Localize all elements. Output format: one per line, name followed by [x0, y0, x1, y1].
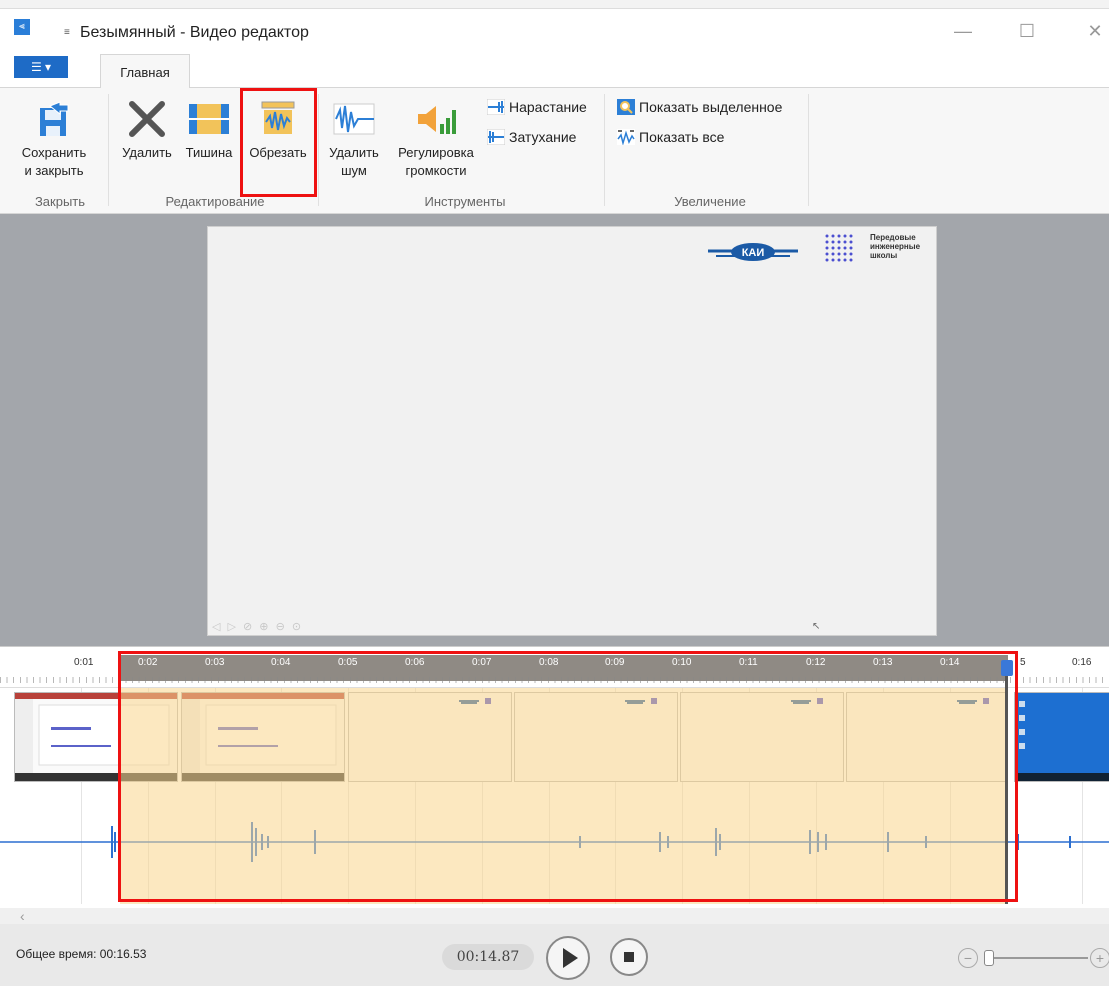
title-bar: ⫷ ≡ Безымянный - Видео редактор — ☐ ✕: [0, 8, 1109, 54]
save-icon: [40, 101, 69, 136]
current-time: 00:14.87: [442, 944, 534, 970]
fade-out-label: Затухание: [509, 129, 577, 145]
zoom-in-button[interactable]: +: [1090, 948, 1109, 968]
volume-label-1: Регулировка: [398, 145, 474, 160]
maximize-button[interactable]: ☐: [1012, 21, 1042, 43]
zoom-slider-thumb[interactable]: [984, 950, 994, 966]
group-label-zoom: Увеличение: [674, 194, 746, 209]
cursor-icon: ↖: [812, 621, 821, 632]
kai-logo-text: КАИ: [742, 247, 765, 259]
save-close-label-1: Сохранить: [21, 145, 87, 160]
zoom-slider-track[interactable]: [984, 957, 1088, 959]
video-thumbnail[interactable]: [1014, 692, 1109, 782]
group-separator: [808, 94, 809, 206]
save-close-button[interactable]: Сохранить и закрыть: [6, 100, 102, 180]
silence-label: Тишина: [185, 145, 233, 160]
play-icon: [563, 948, 578, 968]
logo-line-1: Передовые: [870, 233, 916, 242]
denoise-label-1: Удалить: [329, 145, 379, 160]
timeline[interactable]: 0:01 0:02 0:03 0:04 0:05 0:06 0:07 0:08 …: [0, 646, 1109, 908]
show-selected-label: Показать выделенное: [639, 99, 783, 115]
total-time: Общее время: 00:16.53: [16, 947, 147, 961]
kai-logo-icon: КАИ: [708, 243, 798, 261]
desktop-thumbnail-icon: [1015, 693, 1109, 781]
ribbon-tabs: ☰ ▾ Главная: [0, 54, 1109, 89]
delete-x-icon: [129, 101, 165, 137]
denoise-label-2: шум: [341, 163, 367, 178]
logo-line-2: инженерные: [870, 242, 921, 251]
status-bar: Общее время: 00:16.53 00:14.87 − +: [0, 924, 1109, 986]
group-label-tools: Инструменты: [424, 194, 506, 209]
volume-icon: [418, 106, 456, 134]
zoom-out-button[interactable]: −: [958, 948, 978, 968]
tick-label: 0:16: [1072, 657, 1092, 668]
app-icon: ⫷: [14, 19, 30, 35]
dots-logo-icon: [825, 234, 853, 262]
fade-in-button[interactable]: Нарастание: [487, 98, 587, 116]
quick-access-icon[interactable]: ≡: [64, 27, 70, 38]
noise-wave-icon: [333, 103, 375, 135]
window-title: Безымянный - Видео редактор: [80, 24, 309, 41]
group-separator: [604, 94, 605, 206]
delete-button[interactable]: Удалить: [116, 100, 178, 162]
stop-button[interactable]: [610, 938, 648, 976]
denoise-button[interactable]: Удалить шум: [322, 100, 386, 180]
preview-area: КАИ Передовые инженерные школы ◁ ▷ ⊘ ⊕ ⊖…: [0, 214, 1109, 646]
ribbon: Сохранить и закрыть Удалить Тишина Обрез…: [0, 88, 1109, 214]
tick-label: 5: [1020, 657, 1026, 668]
scroll-left-icon[interactable]: ‹: [20, 908, 25, 924]
file-menu-button[interactable]: ☰ ▾: [14, 56, 68, 78]
fade-in-label: Нарастание: [509, 99, 587, 115]
close-button[interactable]: ✕: [1080, 21, 1109, 43]
fade-in-icon: [487, 99, 505, 115]
minimize-button[interactable]: —: [948, 21, 978, 43]
school-logo-text: Передовые инженерные школы: [870, 233, 920, 260]
volume-button[interactable]: Регулировка громкости: [390, 100, 482, 180]
volume-label-2: громкости: [405, 163, 467, 178]
fade-out-icon: [487, 129, 505, 145]
fade-out-button[interactable]: Затухание: [487, 128, 576, 146]
selection-highlight-box: [118, 651, 1018, 902]
group-separator: [108, 94, 109, 206]
tick-label: 0:01: [74, 657, 94, 668]
magnifier-icon: [617, 99, 635, 115]
show-all-button[interactable]: Показать все: [617, 128, 724, 146]
expand-wave-icon: [617, 129, 635, 145]
silence-button[interactable]: Тишина: [180, 100, 238, 162]
tab-home[interactable]: Главная: [100, 54, 190, 89]
trim-highlight-box: [240, 88, 317, 197]
delete-label: Удалить: [122, 145, 172, 160]
save-close-label-2: и закрыть: [24, 163, 84, 178]
group-label-close: Закрыть: [34, 194, 86, 209]
video-preview: КАИ Передовые инженерные школы ◁ ▷ ⊘ ⊕ ⊖…: [207, 226, 937, 636]
show-all-label: Показать все: [639, 129, 725, 145]
slide-controls[interactable]: ◁ ▷ ⊘ ⊕ ⊖ ⊙: [212, 620, 303, 633]
show-selected-button[interactable]: Показать выделенное: [617, 98, 782, 116]
group-separator: [318, 94, 319, 206]
play-button[interactable]: [546, 936, 590, 980]
logo-line-3: школы: [870, 251, 898, 260]
silence-icon: [189, 104, 229, 134]
stop-icon: [624, 952, 634, 962]
horizontal-scrollbar[interactable]: ‹: [0, 908, 1109, 924]
